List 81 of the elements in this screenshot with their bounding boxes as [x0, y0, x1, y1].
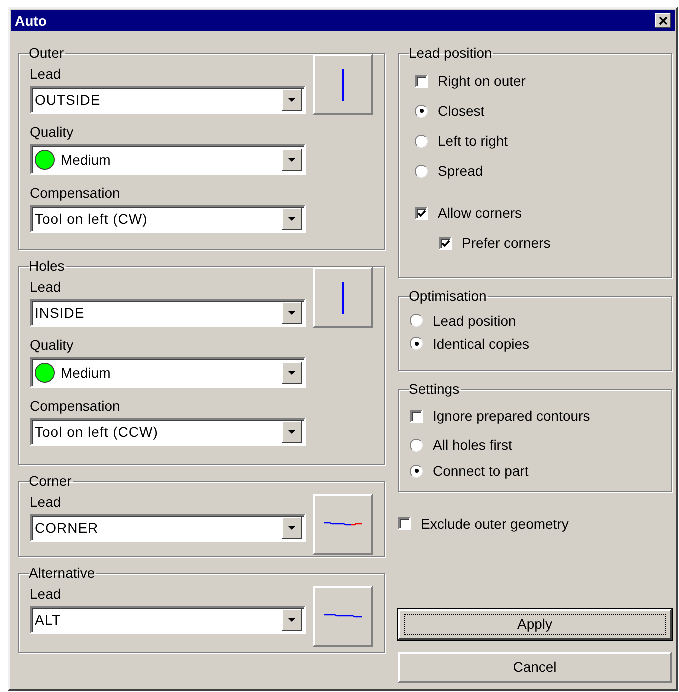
field-label: Lead	[30, 278, 62, 297]
radio-button[interactable]	[415, 104, 428, 118]
preview-button[interactable]	[313, 267, 373, 328]
group-title: Settings	[409, 381, 461, 397]
option-label: All holes first	[433, 438, 512, 452]
caret-icon	[288, 370, 296, 374]
option-label: Prefer corners	[462, 236, 551, 250]
option-label: Closest	[438, 104, 485, 118]
option-label: Allow corners	[438, 206, 522, 220]
radio-button[interactable]	[410, 314, 423, 327]
dropdown[interactable]: Tool on left (CW)	[30, 205, 306, 233]
close-button[interactable]	[655, 13, 671, 28]
option-label: Connect to part	[433, 464, 529, 478]
preview-button[interactable]	[313, 586, 373, 647]
dropdown-arrow-button[interactable]	[282, 421, 302, 443]
radio-button[interactable]	[415, 164, 428, 178]
dropdown[interactable]: Tool on left (CCW)	[30, 418, 306, 446]
radio-dot-icon	[414, 469, 418, 473]
radio-button[interactable]	[415, 134, 428, 148]
dropdown[interactable]: INSIDE	[30, 299, 306, 327]
option-label: Ignore prepared contours	[433, 409, 590, 423]
vertical-line-icon	[342, 282, 344, 314]
preview-button[interactable]	[313, 494, 373, 555]
group-title: Alternative	[29, 565, 96, 581]
caret-icon	[288, 217, 296, 221]
dropdown[interactable]: Medium	[30, 357, 306, 388]
vertical-line-icon	[342, 68, 344, 100]
dialog-button[interactable]: Apply	[398, 609, 672, 640]
checkmark-icon	[418, 210, 426, 216]
dropdown[interactable]: OUTSIDE	[30, 86, 306, 114]
caret-icon	[288, 618, 296, 622]
dropdown-arrow-button[interactable]	[282, 208, 302, 230]
checkbox[interactable]	[439, 236, 452, 250]
dropdown[interactable]: Medium	[30, 144, 306, 175]
checkbox[interactable]	[410, 410, 423, 422]
field-label: Quality	[30, 123, 75, 142]
option-label: Spread	[438, 164, 484, 178]
option-label: Left to right	[438, 134, 508, 148]
lead-path-icon	[324, 522, 362, 527]
group-title: Holes	[29, 258, 66, 274]
dropdown-arrow-button[interactable]	[282, 609, 302, 631]
caret-icon	[288, 526, 296, 530]
field-label: Compensation	[30, 397, 122, 416]
field-label: Lead	[30, 493, 62, 512]
radio-button[interactable]	[410, 464, 423, 478]
checkbox[interactable]	[415, 74, 428, 88]
caret-icon	[288, 158, 296, 162]
radio-dot-icon	[414, 342, 418, 346]
caret-icon	[288, 430, 296, 434]
preview-button[interactable]	[313, 54, 373, 115]
checkbox[interactable]	[398, 517, 411, 530]
lead-path-icon	[324, 614, 362, 619]
group-title: Lead position	[409, 45, 494, 61]
radio-button[interactable]	[410, 438, 423, 452]
field-label: Lead	[30, 585, 62, 604]
caret-icon	[288, 311, 296, 315]
radio-dot-icon	[420, 109, 424, 113]
caret-icon	[288, 98, 296, 102]
dropdown-arrow-button[interactable]	[282, 89, 302, 111]
dropdown-arrow-button[interactable]	[282, 302, 302, 324]
dropdown-arrow-button[interactable]	[282, 362, 302, 384]
option-label: Lead position	[433, 314, 516, 328]
group-title: Outer	[29, 45, 66, 61]
dropdown[interactable]: CORNER	[30, 514, 306, 542]
field-label: Quality	[30, 336, 75, 355]
dropdown[interactable]: ALT	[30, 606, 306, 634]
dialog-button[interactable]: Cancel	[398, 652, 672, 683]
group-title: Optimisation	[409, 288, 488, 304]
field-label: Compensation	[30, 184, 122, 203]
group-title: Corner	[29, 473, 73, 489]
close-icon	[658, 16, 668, 24]
radio-button[interactable]	[410, 337, 423, 350]
option-label: Right on outer	[438, 74, 526, 88]
dropdown-arrow-button[interactable]	[282, 517, 302, 539]
checkbox[interactable]	[415, 206, 428, 220]
option-label: Identical copies	[433, 336, 530, 350]
dropdown-arrow-button[interactable]	[282, 148, 302, 170]
window-title: Auto	[15, 14, 47, 28]
option-label: Exclude outer geometry	[421, 516, 569, 530]
field-label: Lead	[30, 65, 62, 84]
checkmark-icon	[442, 240, 450, 246]
